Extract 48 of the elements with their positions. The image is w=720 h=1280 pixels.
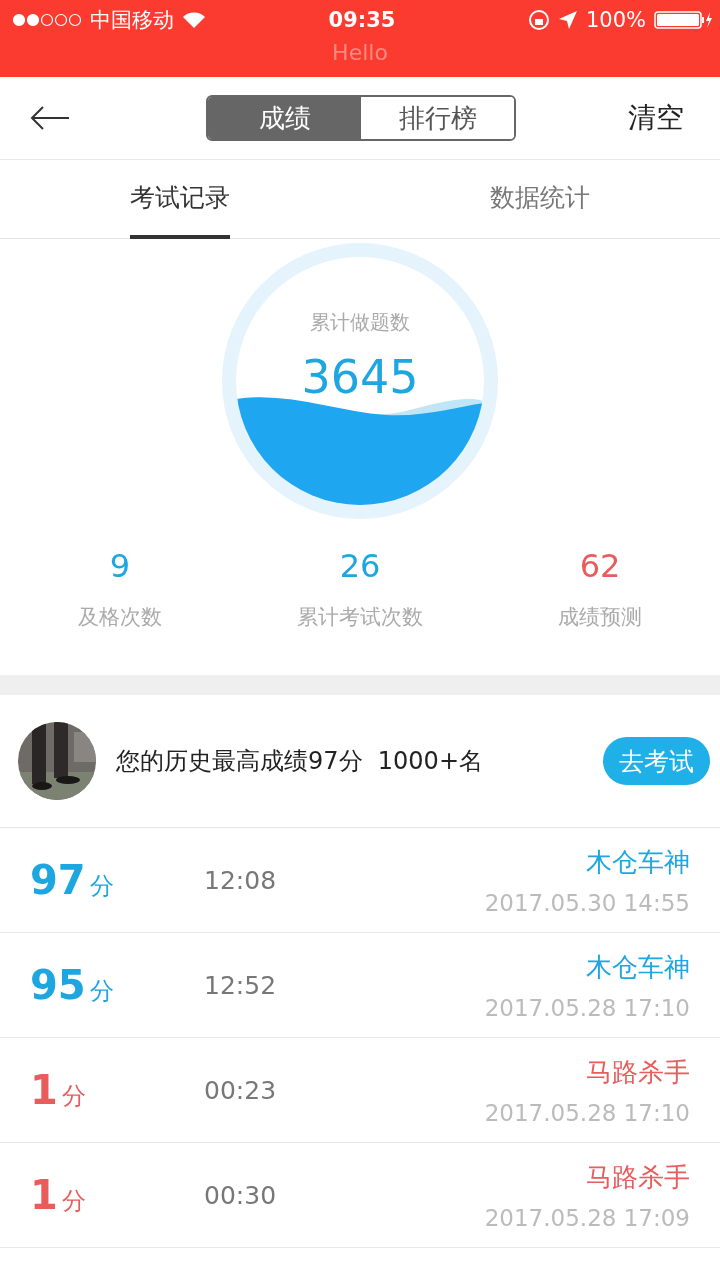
record-date: 2017.05.28 17:10: [484, 1099, 690, 1126]
record-row[interactable]: 97 分 12:08 木仓车神 2017.05.30 14:55: [0, 828, 720, 933]
header-subtitle: Hello: [332, 40, 388, 65]
tab[interactable]: 考试记录: [130, 160, 230, 239]
clear-button[interactable]: 清空: [622, 98, 690, 138]
summary-value: 3645: [301, 350, 419, 404]
duration: 00:23: [204, 1075, 277, 1105]
tab[interactable]: 数据统计: [490, 160, 590, 239]
rank-title: 马路杀手: [586, 1160, 690, 1194]
record-row[interactable]: 95 分 12:52 木仓车神 2017.05.28 17:10: [0, 933, 720, 1038]
score-unit: 分: [61, 1081, 86, 1112]
signal-icon: [12, 13, 82, 27]
stat-value: 9: [109, 547, 131, 585]
score-value: 1: [30, 1172, 58, 1218]
rank-title: 木仓车神: [586, 845, 690, 879]
rank-title: 木仓车神: [586, 950, 690, 984]
summary-label: 累计做题数: [310, 309, 410, 336]
stat-label: 及格次数: [78, 604, 162, 631]
battery-percent: 100%: [585, 8, 646, 32]
location-icon: [557, 10, 578, 30]
rank-title: 马路杀手: [586, 1055, 690, 1089]
stat-value: 62: [579, 547, 621, 585]
status-time: 09:35: [328, 8, 396, 32]
score-unit: 分: [89, 871, 114, 902]
score-value: 1: [30, 1067, 58, 1113]
best-score-text: 您的历史最高成绩97分 1000+名: [116, 746, 483, 777]
duration: 00:30: [204, 1180, 277, 1210]
wifi-icon: [182, 11, 206, 29]
carrier-name: 中国移动: [90, 7, 174, 34]
record-row[interactable]: 1 分 00:30 马路杀手 2017.05.28 17:09: [0, 1143, 720, 1248]
rotation-lock-icon: [527, 9, 550, 31]
stat-label: 成绩预测: [558, 604, 642, 631]
duration: 12:52: [204, 970, 277, 1000]
battery-icon: [654, 10, 712, 30]
record-row[interactable]: 1 分 00:23 马路杀手 2017.05.28 17:10: [0, 1038, 720, 1143]
score-value: 97: [30, 857, 86, 903]
start-exam-button[interactable]: 去考试: [603, 737, 710, 785]
record-date: 2017.05.30 14:55: [484, 889, 690, 916]
back-arrow-icon[interactable]: [30, 105, 70, 131]
stat-label: 累计考试次数: [297, 604, 423, 631]
score-value: 95: [30, 962, 86, 1008]
duration: 12:08: [204, 865, 277, 895]
stat-value: 26: [339, 547, 381, 585]
record-date: 2017.05.28 17:09: [484, 1204, 690, 1231]
segment-tab[interactable]: 成绩: [208, 97, 361, 139]
score-unit: 分: [61, 1186, 86, 1217]
score-unit: 分: [89, 976, 114, 1007]
record-date: 2017.05.28 17:10: [484, 994, 690, 1021]
